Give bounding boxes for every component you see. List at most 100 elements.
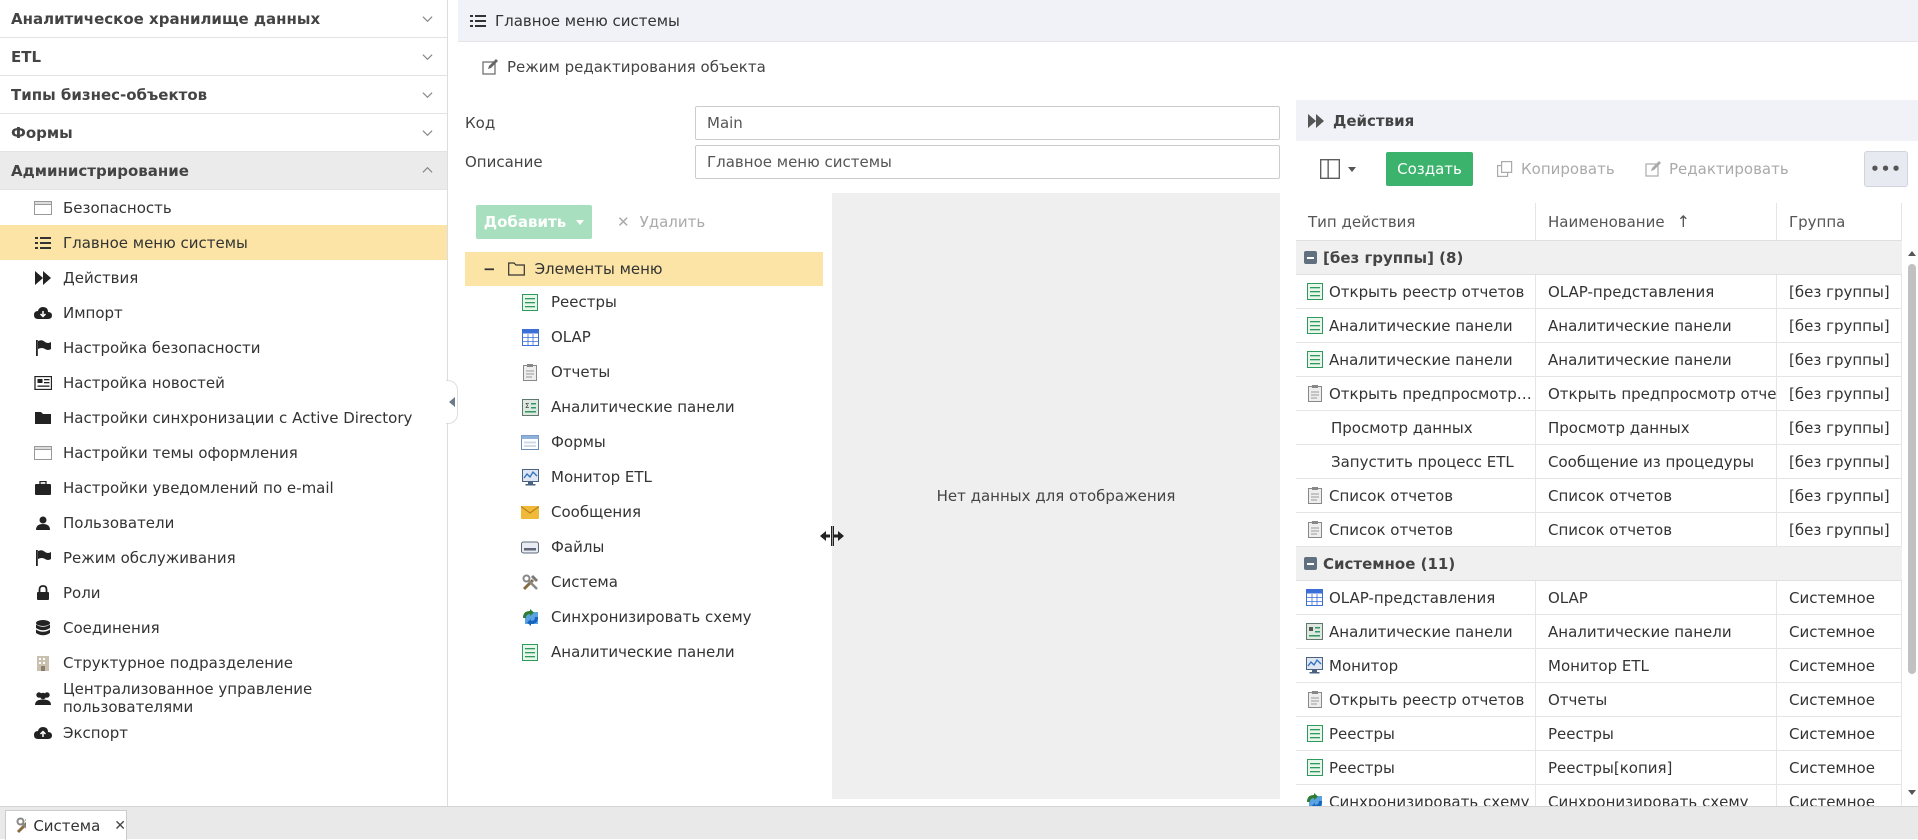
tree-item-registries[interactable]: Реестры bbox=[521, 286, 617, 318]
code-field[interactable]: Main bbox=[695, 106, 1280, 140]
table-row[interactable]: Запустить процесс ETL Сообщение из процед… bbox=[1296, 445, 1902, 479]
tree-item-system[interactable]: Система bbox=[521, 566, 618, 598]
cell-name: Просмотр данных bbox=[1536, 411, 1777, 444]
table-row[interactable]: Реестры Реестры Системное bbox=[1296, 717, 1902, 751]
section-analytics-storage[interactable]: Аналитическое хранилище данных bbox=[0, 0, 447, 38]
cell-group: [без группы] bbox=[1777, 411, 1902, 444]
tree-item-messages[interactable]: Сообщения bbox=[521, 496, 641, 528]
sidebar-item-maintenance-mode[interactable]: Режим обслуживания bbox=[0, 540, 447, 575]
create-button[interactable]: Создать bbox=[1386, 152, 1473, 186]
tree-item-analytic-panels-2[interactable]: Аналитические панели bbox=[521, 636, 735, 668]
bottom-tab-bar: Система ✕ bbox=[0, 806, 1918, 840]
cell-name: Реестры[копия] bbox=[1536, 751, 1777, 784]
table-row[interactable]: Открыть реестр отчетов OLAP-представления… bbox=[1296, 275, 1902, 309]
building-icon bbox=[33, 655, 53, 671]
grid-vertical-scrollbar[interactable] bbox=[1906, 248, 1918, 806]
edit-mode-link[interactable]: Режим редактирования объекта bbox=[482, 58, 766, 76]
sidebar-item-users[interactable]: Пользователи bbox=[0, 505, 447, 540]
sidebar-item-import[interactable]: Импорт bbox=[0, 295, 447, 330]
columns-icon bbox=[1320, 159, 1340, 179]
table-row[interactable]: Реестры Реестры[копия] Системное bbox=[1296, 751, 1902, 785]
table-row[interactable]: Просмотр данных Просмотр данных [без групп… bbox=[1296, 411, 1902, 445]
sidebar-collapse-toggle[interactable] bbox=[446, 380, 458, 424]
tree-item-forms[interactable]: Формы bbox=[521, 426, 606, 458]
group-row-system[interactable]: Системное (11) bbox=[1296, 547, 1902, 581]
cell-name: Аналитические панели bbox=[1536, 615, 1777, 648]
section-forms[interactable]: Формы bbox=[0, 114, 447, 152]
table-row[interactable]: Открыть предпросмотр о... Открыть предпро… bbox=[1296, 377, 1902, 411]
cell-action-type: Аналитические панели bbox=[1296, 615, 1536, 648]
section-label: Формы bbox=[11, 123, 73, 142]
tree-item-sync-schema[interactable]: Синхронизировать схему bbox=[521, 601, 752, 633]
section-administration[interactable]: Администрирование bbox=[0, 152, 447, 190]
table-row[interactable]: Монитор Монитор ETL Системное bbox=[1296, 649, 1902, 683]
registry-icon bbox=[1306, 317, 1323, 334]
copy-button[interactable]: Копировать bbox=[1497, 152, 1615, 186]
delete-button[interactable]: ✕ Удалить bbox=[617, 205, 705, 239]
tree-item-files[interactable]: Файлы bbox=[521, 531, 604, 563]
table-row[interactable]: OLAP-представления OLAP Системное bbox=[1296, 581, 1902, 615]
add-button[interactable]: Добавить bbox=[476, 205, 592, 239]
group-row-no-group[interactable]: [без группы] (8) bbox=[1296, 241, 1902, 275]
close-tab-icon[interactable]: ✕ bbox=[114, 818, 126, 834]
sidebar-item-roles[interactable]: Роли bbox=[0, 575, 447, 610]
collapse-group-icon[interactable] bbox=[1304, 251, 1317, 264]
sidebar-item-centralized-user-mgmt[interactable]: Централизованное управление пользователя… bbox=[0, 680, 447, 716]
chevron-down-icon bbox=[422, 16, 433, 23]
section-etl[interactable]: ETL bbox=[0, 38, 447, 76]
table-row[interactable]: Аналитические панели Аналитические панели… bbox=[1296, 615, 1902, 649]
edit-button[interactable]: Редактировать bbox=[1645, 152, 1789, 186]
column-header-action-type[interactable]: Тип действия bbox=[1296, 203, 1536, 240]
sidebar-item-main-menu[interactable]: Главное меню системы bbox=[0, 225, 447, 260]
collapse-group-icon[interactable] bbox=[1304, 557, 1317, 570]
code-label: Код bbox=[465, 114, 496, 132]
sidebar-item-theme-settings[interactable]: Настройки темы оформления bbox=[0, 435, 447, 470]
copy-icon bbox=[1497, 161, 1513, 177]
sidebar-item-actions[interactable]: Действия bbox=[0, 260, 447, 295]
sort-ascending-icon: ↑ bbox=[1676, 212, 1690, 231]
tree-item-analytic-panels[interactable]: Σ Аналитические панели bbox=[521, 391, 735, 423]
sidebar-item-news-settings[interactable]: Настройка новостей bbox=[0, 365, 447, 400]
registry-icon bbox=[1306, 351, 1323, 368]
table-row[interactable]: Список отчетов Список отчетов [без группы] bbox=[1296, 513, 1902, 547]
tree-root-menu-items[interactable]: − Элементы меню bbox=[465, 252, 823, 286]
scrollbar-thumb[interactable] bbox=[1908, 264, 1916, 674]
view-mode-dropdown[interactable] bbox=[1314, 152, 1362, 186]
user-icon bbox=[33, 515, 53, 531]
sidebar-item-security[interactable]: Безопасность bbox=[0, 190, 447, 225]
sidebar-item-export[interactable]: Экспорт bbox=[0, 715, 447, 750]
sidebar-item-ad-sync-settings[interactable]: Настройки синхронизации с Active Directo… bbox=[0, 400, 447, 435]
cell-action-type: Просмотр данных bbox=[1296, 411, 1536, 444]
sidebar-item-email-notifications[interactable]: Настройки уведомлений по e-mail bbox=[0, 470, 447, 505]
table-row[interactable]: Список отчетов Список отчетов [без группы] bbox=[1296, 479, 1902, 513]
splitter-resize-handle[interactable] bbox=[818, 524, 846, 548]
flag-icon bbox=[33, 339, 53, 356]
tree-item-reports[interactable]: Отчеты bbox=[521, 356, 610, 388]
caret-left-icon bbox=[448, 397, 455, 407]
scroll-up-icon[interactable] bbox=[1906, 248, 1918, 258]
description-label: Описание bbox=[465, 153, 543, 171]
tree-item-etl-monitor[interactable]: Монитор ETL bbox=[521, 461, 652, 493]
collapse-icon[interactable]: − bbox=[483, 260, 496, 278]
table-row[interactable]: Аналитические панели Аналитические панели… bbox=[1296, 343, 1902, 377]
sidebar-item-connections[interactable]: Соединения bbox=[0, 610, 447, 645]
column-header-name[interactable]: Наименование ↑ bbox=[1536, 203, 1777, 240]
description-field[interactable]: Главное меню системы bbox=[695, 145, 1280, 179]
registry-icon bbox=[1306, 759, 1323, 776]
sidebar-item-security-settings[interactable]: Настройка безопасности bbox=[0, 330, 447, 365]
scroll-down-icon[interactable] bbox=[1906, 788, 1918, 798]
tree-item-olap[interactable]: OLAP bbox=[521, 321, 591, 353]
more-options-button[interactable]: ••• bbox=[1864, 151, 1908, 187]
cell-group: Системное bbox=[1777, 751, 1902, 784]
caret-down-icon bbox=[1348, 166, 1356, 172]
cell-group: [без группы] bbox=[1777, 513, 1902, 546]
column-header-group[interactable]: Группа bbox=[1777, 203, 1902, 240]
cell-name: Отчеты bbox=[1536, 683, 1777, 716]
table-row[interactable]: Аналитические панели Аналитические панели… bbox=[1296, 309, 1902, 343]
cell-action-type: Список отчетов bbox=[1296, 513, 1536, 546]
table-row[interactable]: Открыть реестр отчетов Отчеты Системное bbox=[1296, 683, 1902, 717]
tab-system[interactable]: Система ✕ bbox=[5, 810, 127, 840]
sidebar-item-structural-unit[interactable]: Структурное подразделение bbox=[0, 645, 447, 680]
folder-icon bbox=[507, 262, 525, 276]
section-business-object-types[interactable]: Типы бизнес-объектов bbox=[0, 76, 447, 114]
